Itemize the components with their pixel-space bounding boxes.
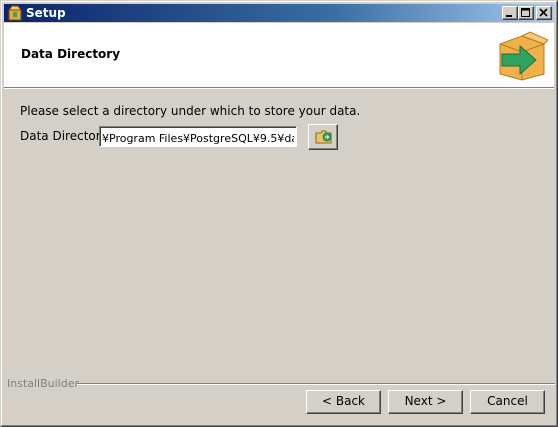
installbuilder-brand: InstallBuilder	[7, 377, 80, 390]
directory-prompt: Please select a directory under which to…	[20, 104, 361, 118]
close-button[interactable]	[536, 6, 552, 20]
page-title: Data Directory	[21, 47, 121, 61]
maximize-button[interactable]	[518, 6, 534, 20]
installer-box-arrow-icon	[499, 31, 548, 81]
close-icon	[539, 8, 548, 17]
minimize-button[interactable]	[502, 6, 518, 20]
back-button[interactable]: < Back	[306, 390, 381, 414]
setup-box-icon	[8, 5, 22, 21]
data-directory-input[interactable]	[99, 126, 297, 147]
window-title: Setup	[26, 6, 66, 20]
footer-divider	[77, 383, 555, 385]
data-directory-label: Data Directory	[20, 129, 108, 143]
minimize-icon	[506, 15, 512, 17]
next-button[interactable]: Next >	[388, 390, 463, 414]
browse-folder-button[interactable]	[308, 124, 338, 150]
page-header: Data Directory	[4, 23, 554, 89]
setup-window: Setup Data Directory Please select a dir…	[0, 0, 558, 427]
maximize-icon	[521, 8, 530, 17]
title-bar[interactable]: Setup	[4, 4, 554, 22]
folder-browse-icon	[315, 130, 332, 144]
cancel-button[interactable]: Cancel	[470, 390, 545, 414]
